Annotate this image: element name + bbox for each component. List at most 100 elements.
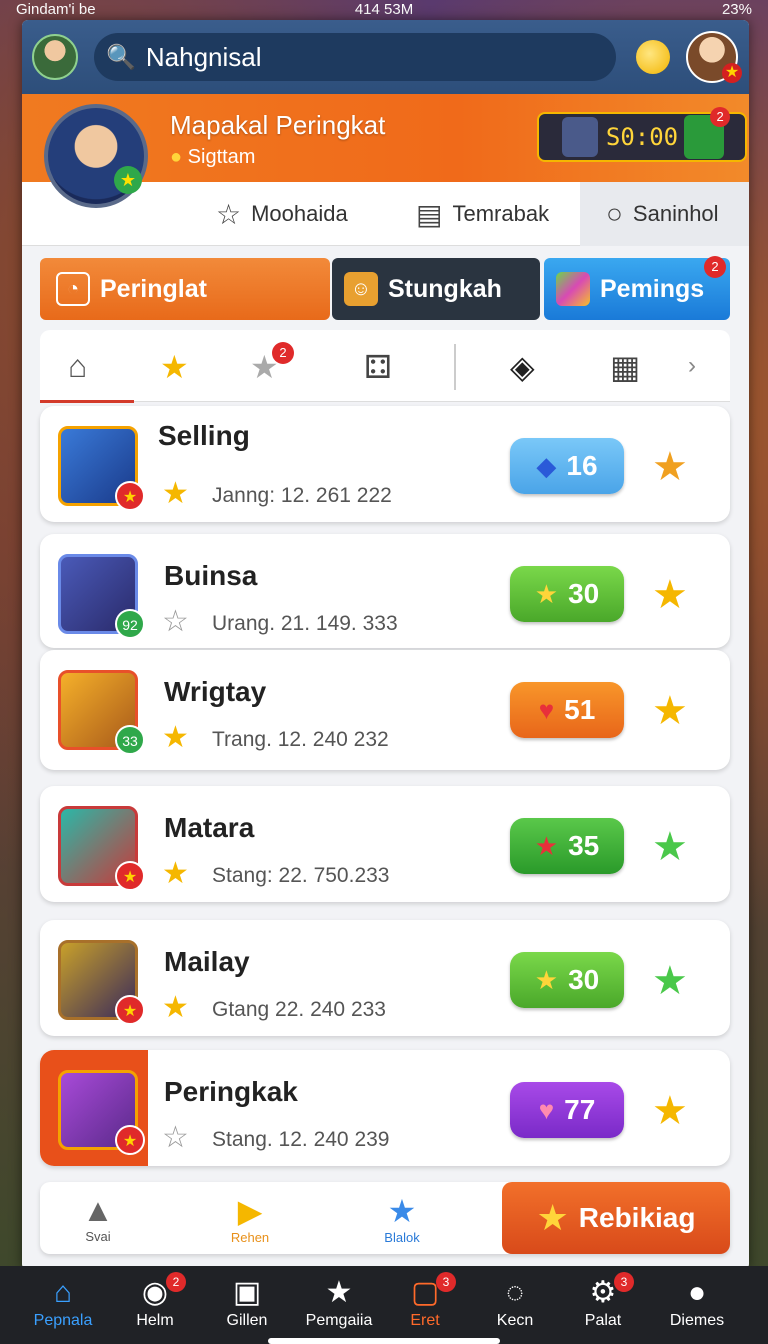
nav-diemes[interactable]: ● Diemes (652, 1274, 742, 1330)
nav-badge: 3 (614, 1272, 634, 1292)
keyboard-icon[interactable]: ▦ (610, 348, 640, 386)
nav-label: Gillen (226, 1312, 268, 1329)
divider (454, 344, 456, 390)
profile-avatar[interactable]: ★ (44, 104, 148, 208)
star-icon: ★ (162, 477, 189, 510)
player-name: Wrigtay (164, 676, 267, 707)
timer-icon: ◔ (56, 272, 90, 306)
tab-temrabak[interactable]: ▤ Temrabak (416, 182, 586, 246)
search-input[interactable]: Nahgnisal (146, 42, 262, 73)
tab-label: Saninhol (632, 201, 719, 226)
tab-saninhol[interactable]: ○ Saninhol (580, 182, 749, 246)
user-icon: ● (687, 1276, 707, 1309)
nav-gillen[interactable]: ▣ Gillen (202, 1274, 292, 1330)
action-blalok[interactable]: ★ Blalok (362, 1192, 442, 1245)
profile-subtitle-text: Sigttam (187, 146, 256, 168)
calendar-icon: ▢ (410, 1276, 440, 1309)
timer-badge: 2 (710, 107, 731, 127)
timer-box[interactable]: S0:00 2 (537, 107, 747, 162)
category-badge: 2 (704, 256, 726, 278)
player-stat: Trang. 12. 240 232 (212, 728, 389, 751)
rank-badge: ★ (115, 481, 145, 511)
player-name: Matara (164, 812, 255, 843)
nav-pepnala[interactable]: ⌂ Pepnala (18, 1274, 108, 1330)
user-avatar[interactable] (32, 34, 78, 80)
chat-icon: ○ (606, 198, 623, 229)
category-peringlat[interactable]: ◔ Peringlat (40, 258, 330, 320)
score-pill[interactable]: ♥ 51 (510, 682, 624, 738)
nav-palat[interactable]: ⚙ Palat 3 (558, 1272, 648, 1330)
favorite-star-icon[interactable]: ★ (652, 824, 688, 870)
rebikiag-button[interactable]: ★ Rebikiag (502, 1182, 730, 1254)
friend-avatar[interactable] (686, 31, 742, 83)
nav-label: Pemgaiia (305, 1312, 373, 1329)
star-icon: ★ (536, 1197, 569, 1238)
emoji-coin-icon[interactable] (636, 40, 670, 74)
status-center: 414 53M (354, 0, 414, 18)
star-icon[interactable]: ★ (160, 348, 189, 386)
home-icon[interactable]: ⌂ (68, 348, 87, 385)
profile-title: Mapakal Peringkat (170, 110, 386, 140)
player-stat: Janng: 12. 261 222 (212, 484, 392, 507)
star-icon: ★ (534, 578, 559, 609)
document-icon: ▤ (416, 198, 443, 230)
gamepad-icon[interactable]: ◈ (510, 348, 535, 386)
character-icon: ☺ (344, 272, 378, 306)
star-icon: ★ (162, 721, 189, 754)
score-pill[interactable]: ★ 30 (510, 952, 624, 1008)
reward-character-icon: 2 (684, 107, 731, 159)
category-stungkah[interactable]: ☺ Stungkah (332, 258, 540, 320)
player-name: Mailay (164, 946, 250, 977)
player-stat: Stang. 12. 240 239 (212, 1128, 390, 1151)
refresh-icon: ◌ (506, 1276, 524, 1309)
list-item[interactable]: ★ Mailay ★ Gtang 22. 240 233 ★ 30 ★ (40, 920, 730, 1036)
rank-badge: 33 (115, 725, 145, 755)
favorite-star-icon[interactable]: ★ (652, 572, 688, 618)
star-icon: ★ (387, 1193, 417, 1229)
action-rehen[interactable]: ▶ Rehen (210, 1192, 290, 1245)
favorite-star-icon[interactable]: ★ (652, 688, 688, 734)
search-icon: 🔍 (106, 43, 136, 71)
dice-icon[interactable]: ⚃ (364, 348, 392, 386)
nav-eret[interactable]: ▢ Eret 3 (380, 1272, 470, 1330)
list-item[interactable]: ★ Matara ★ Stang: 22. 750.233 ★ 35 ★ (40, 786, 730, 902)
category-pemings[interactable]: Pemings 2 (544, 256, 730, 320)
player-stat: Gtang 22. 240 233 (212, 998, 386, 1021)
nav-pemgaiia[interactable]: ★ Pemgaiia (294, 1274, 384, 1330)
tab-label: Temrabak (452, 201, 550, 226)
score-pill[interactable]: ♥ 77 (510, 1082, 624, 1138)
nav-kecn[interactable]: ◌ Kecn (470, 1274, 560, 1330)
app-frame: 🔍 Nahgnisal ★ Mapakal Peringkat ● Sigtta… (22, 20, 749, 1270)
nav-helm[interactable]: ◉ Helm 2 (110, 1272, 200, 1330)
star-outline-icon: ☆ (162, 605, 189, 638)
tab-moohaida[interactable]: ☆ Moohaida (216, 182, 376, 246)
action-svai[interactable]: ▲ Svai (58, 1192, 138, 1244)
cards-icon (556, 272, 590, 306)
rank-badge: ★ (115, 995, 145, 1025)
search-bar[interactable]: 🔍 Nahgnisal (94, 33, 616, 81)
favorite-star-icon[interactable]: ★ (652, 444, 688, 490)
player-avatar: 92 (58, 554, 145, 639)
star-icon: ★ (162, 857, 189, 890)
favorite-star-icon[interactable]: ★ (652, 958, 688, 1004)
player-stat: Stang: 22. 750.233 (212, 864, 390, 887)
score-value: 35 (568, 830, 600, 861)
heart-icon: ♥ (538, 694, 555, 725)
player-name: Peringkak (164, 1076, 298, 1107)
list-item[interactable]: 92 Buinsa ☆ Urang. 21. 149. 333 ★ 30 ★ (40, 534, 730, 648)
player-avatar: ★ (58, 1070, 145, 1155)
category-label: Stungkah (388, 274, 502, 303)
score-pill[interactable]: ★ 35 (510, 818, 624, 874)
heart-icon: ♥ (538, 1094, 555, 1125)
score-pill[interactable]: ◆ 16 (510, 438, 624, 494)
gem-icon: ◆ (536, 450, 557, 481)
list-item[interactable]: ★ Selling ★ Janng: 12. 261 222 ◆ 16 ★ (40, 406, 730, 522)
character-icon (561, 117, 598, 157)
chevron-right-icon[interactable]: › (688, 352, 696, 380)
category-label: Peringlat (100, 274, 207, 303)
top-bar: 🔍 Nahgnisal (22, 20, 749, 94)
score-pill[interactable]: ★ 30 (510, 566, 624, 622)
list-item[interactable]: ★ Peringkak ☆ Stang. 12. 240 239 ♥ 77 ★ (40, 1050, 730, 1166)
favorite-star-icon[interactable]: ★ (652, 1088, 688, 1134)
list-item[interactable]: 33 Wrigtay ★ Trang. 12. 240 232 ♥ 51 ★ (40, 650, 730, 770)
